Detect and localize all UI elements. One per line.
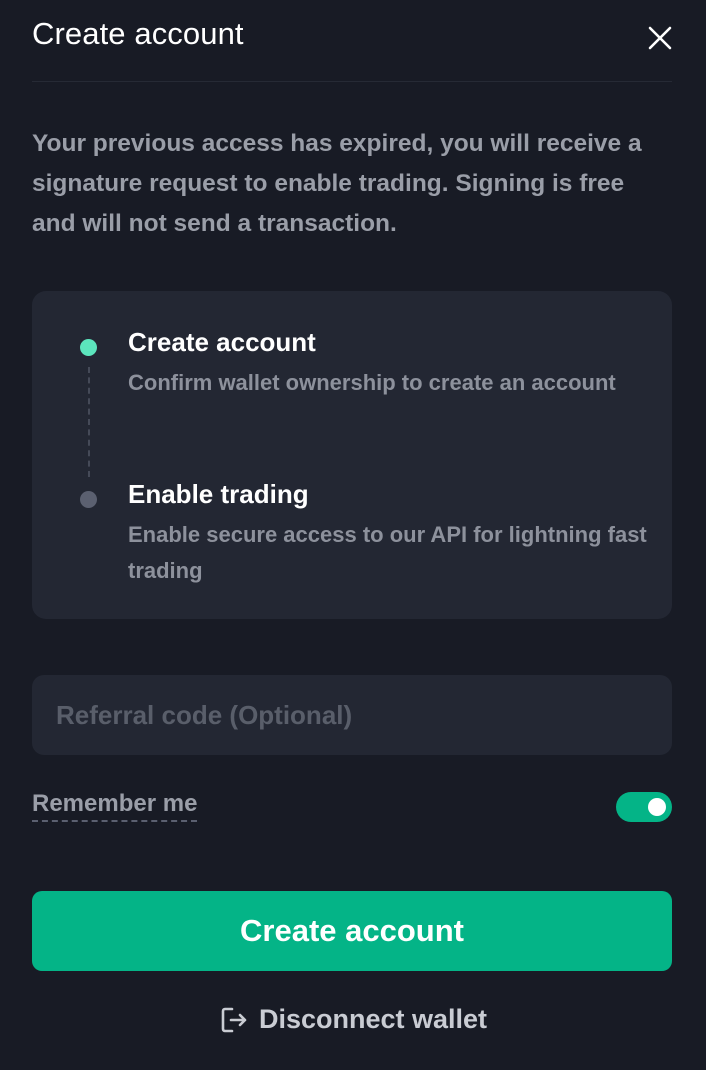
step-description: Enable secure access to our API for ligh… [128, 522, 647, 583]
step-active-indicator [80, 339, 97, 356]
disconnect-wallet-button[interactable]: Disconnect wallet [0, 1004, 706, 1035]
step-title: Enable trading [128, 479, 309, 509]
create-account-button[interactable]: Create account [32, 891, 672, 971]
modal-header: Create account [32, 0, 672, 82]
disconnect-wallet-label: Disconnect wallet [258, 1004, 488, 1034]
step-pending-indicator [80, 491, 97, 508]
logout-icon [219, 1005, 249, 1035]
referral-code-input[interactable] [32, 675, 672, 755]
modal-title: Create account [32, 16, 244, 51]
toggle-knob [648, 798, 666, 816]
step-description: Confirm wallet ownership to create an ac… [128, 370, 616, 395]
close-button[interactable] [642, 20, 678, 56]
steps-card: Create account Confirm wallet ownership … [32, 291, 672, 619]
step-create-account: Create account Confirm wallet ownership … [128, 325, 648, 401]
remember-me-toggle[interactable] [616, 792, 672, 822]
step-connector [88, 367, 90, 477]
create-account-modal: Create account Your previous access has … [0, 0, 706, 1070]
modal-description: Your previous access has expired, you wi… [32, 130, 642, 237]
step-title: Create account [128, 327, 316, 357]
step-enable-trading: Enable trading Enable secure access to o… [128, 477, 648, 589]
close-icon [648, 26, 672, 50]
remember-me-label: Remember me [32, 790, 198, 822]
